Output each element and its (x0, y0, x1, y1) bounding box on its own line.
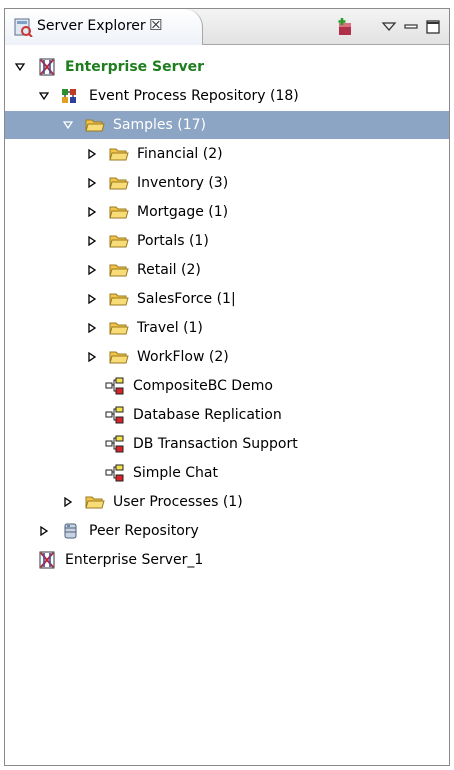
expanded-arrow-icon[interactable] (15, 62, 25, 72)
tree-item-folder[interactable]: WorkFlow (2) (5, 343, 449, 371)
process-flow-icon (105, 377, 124, 395)
tab-server-explorer[interactable]: Server Explorer ☒ (5, 9, 203, 45)
collapsed-arrow-icon[interactable] (87, 207, 97, 217)
tree-label: Peer Repository (89, 523, 199, 539)
enterprise-server-icon (39, 58, 55, 76)
collapsed-arrow-icon[interactable] (87, 236, 97, 246)
tree-label: Simple Chat (133, 465, 218, 481)
tree-item-folder[interactable]: Portals (1) (5, 227, 449, 255)
tree-item-folder[interactable]: Travel (1) (5, 314, 449, 342)
view-header: Server Explorer ☒ (5, 9, 449, 45)
tree-item-folder[interactable]: Retail (2) (5, 256, 449, 284)
collapsed-arrow-icon[interactable] (87, 149, 97, 159)
process-flow-icon (105, 435, 124, 453)
tree-item-process[interactable]: DB Transaction Support (5, 430, 449, 458)
tree-label: User Processes (1) (113, 494, 243, 510)
tree-item-peer-repository[interactable]: Peer Repository (5, 517, 449, 545)
server-explorer-icon (14, 18, 33, 37)
expanded-arrow-icon[interactable] (39, 91, 49, 101)
folder-open-icon (109, 235, 129, 248)
tree-label: Enterprise Server (65, 59, 205, 75)
server-explorer-view: Server Explorer ☒ Enterprise Server Even… (4, 8, 450, 766)
folder-open-icon (85, 496, 105, 509)
tree-label: Enterprise Server_1 (65, 552, 204, 568)
tree-item-folder[interactable]: SalesForce (1| (5, 285, 449, 313)
expanded-arrow-icon[interactable] (63, 120, 73, 130)
collapsed-arrow-icon[interactable] (87, 265, 97, 275)
enterprise-server-icon (39, 551, 55, 569)
tree-label: Financial (2) (137, 146, 223, 162)
tree-label: DB Transaction Support (133, 436, 298, 452)
tree-item-enterprise-server[interactable]: Enterprise Server (5, 53, 449, 81)
tab-title: Server Explorer (37, 18, 146, 34)
minimize-icon[interactable] (401, 17, 421, 37)
tree-item-process[interactable]: Simple Chat (5, 459, 449, 487)
tree-label: Mortgage (1) (137, 204, 229, 220)
repository-icon (62, 89, 76, 103)
close-icon[interactable]: ☒ (149, 16, 162, 34)
maximize-icon[interactable] (423, 17, 443, 37)
process-flow-icon (105, 464, 124, 482)
database-icon (64, 523, 77, 539)
tree-item-process[interactable]: CompositeBC Demo (5, 372, 449, 400)
tree-label: WorkFlow (2) (137, 349, 229, 365)
tree-item-folder[interactable]: Financial (2) (5, 140, 449, 168)
tree-label: Travel (1) (137, 320, 203, 336)
collapsed-arrow-icon[interactable] (87, 352, 97, 362)
process-flow-icon (105, 406, 124, 424)
tree-item-process[interactable]: Database Replication (5, 401, 449, 429)
folder-open-icon (109, 148, 129, 161)
collapsed-arrow-icon[interactable] (87, 323, 97, 333)
collapsed-arrow-icon[interactable] (87, 294, 97, 304)
tree-item-folder[interactable]: Mortgage (1) (5, 198, 449, 226)
tree-label: Samples (17) (113, 117, 206, 133)
tree-item-user-processes[interactable]: User Processes (1) (5, 488, 449, 516)
folder-open-icon (109, 322, 129, 335)
tree-item-enterprise-server-1[interactable]: Enterprise Server_1 (5, 546, 449, 574)
tree-label: Portals (1) (137, 233, 209, 249)
folder-open-icon (109, 206, 129, 219)
folder-open-icon (109, 177, 129, 190)
folder-open-icon (109, 293, 129, 306)
collapsed-arrow-icon[interactable] (39, 526, 49, 536)
tree-label: SalesForce (1| (137, 291, 236, 307)
collapsed-arrow-icon[interactable] (63, 497, 73, 507)
tree-label: Database Replication (133, 407, 282, 423)
view-menu-icon[interactable] (379, 17, 399, 37)
tree-item-event-process-repository[interactable]: Event Process Repository (18) (5, 82, 449, 110)
folder-open-icon (109, 351, 129, 364)
tree-label: CompositeBC Demo (133, 378, 273, 394)
tree-label: Event Process Repository (18) (89, 88, 299, 104)
collapsed-arrow-icon[interactable] (87, 178, 97, 188)
tree-label: Inventory (3) (137, 175, 229, 191)
tree-item-samples[interactable]: Samples (17) (5, 111, 449, 139)
tree-label: Retail (2) (137, 262, 201, 278)
tree-item-folder[interactable]: Inventory (3) (5, 169, 449, 197)
folder-open-icon (85, 119, 105, 132)
folder-open-icon (109, 264, 129, 277)
new-server-icon[interactable] (335, 17, 355, 37)
